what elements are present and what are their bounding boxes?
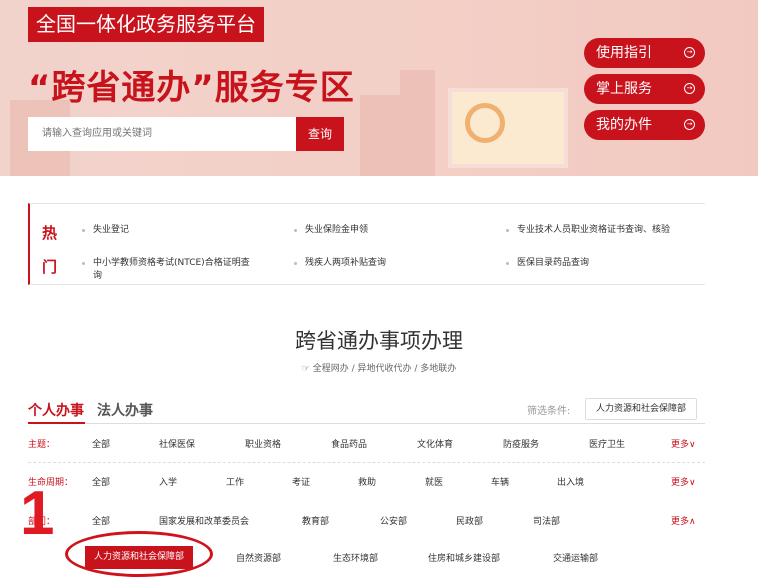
life-option[interactable]: 全部 <box>92 475 110 488</box>
section-subtitle: ☞ 全程网办 / 异地代收代办 / 多地联办 <box>0 361 758 374</box>
tab-personal[interactable]: 个人办事 <box>28 400 84 420</box>
dept-option[interactable]: 司法部 <box>533 514 560 527</box>
my-cases-label: 我的办件 <box>596 117 652 133</box>
theme-option[interactable]: 职业资格 <box>245 437 281 450</box>
platform-title: 全国一体化政务服务平台 <box>28 7 264 42</box>
hot-item[interactable]: 失业登记 <box>81 224 129 237</box>
life-option[interactable]: 入学 <box>159 475 177 488</box>
dept-option[interactable]: 民政部 <box>456 514 483 527</box>
guide-button[interactable]: 使用指引 → <box>584 38 705 68</box>
hot-title: 热 <box>42 224 58 242</box>
dept-more-toggle[interactable]: 更多∧ <box>671 514 696 527</box>
tab-active-indicator <box>28 422 85 424</box>
hand-pointer-icon: ☞ <box>301 364 313 374</box>
dept-option[interactable]: 交通运输部 <box>553 551 598 564</box>
hot-title: 门 <box>42 258 58 276</box>
dept-option[interactable]: 住房和城乡建设部 <box>428 551 500 564</box>
arrow-circle-icon: → <box>684 119 695 130</box>
arrow-circle-icon: → <box>684 83 695 94</box>
section-title: 跨省通办事项办理 <box>295 329 463 353</box>
dept-option[interactable]: 自然资源部 <box>236 551 281 564</box>
row-divider <box>28 462 705 463</box>
search-input[interactable] <box>28 117 296 151</box>
theme-more-toggle[interactable]: 更多∨ <box>671 437 696 450</box>
banner: 全国一体化政务服务平台 “跨省通办”服务专区 查询 使用指引 → 掌上服务 → 我的… <box>0 0 758 176</box>
theme-option[interactable]: 全部 <box>92 437 110 450</box>
life-option[interactable]: 出入境 <box>557 475 584 488</box>
my-cases-button[interactable]: 我的办件 → <box>584 110 705 140</box>
life-option[interactable]: 车辆 <box>491 475 509 488</box>
life-option[interactable]: 就医 <box>425 475 443 488</box>
theme-option[interactable]: 社保医保 <box>159 437 195 450</box>
theme-option[interactable]: 医疗卫生 <box>589 437 625 450</box>
subtitle-text: 全程网办 / 异地代收代办 / 多地联办 <box>312 364 457 374</box>
banner-decoration <box>360 95 400 176</box>
tab-divider <box>28 423 705 424</box>
dept-option[interactable]: 全部 <box>92 514 110 527</box>
hot-item[interactable]: 中小学教师资格考试(NTCE)合格证明查询 <box>82 257 258 283</box>
annotation-circle <box>65 531 213 577</box>
hot-item[interactable]: 医保目录药品查询 <box>505 257 589 270</box>
hot-item[interactable]: 失业保险金申领 <box>293 224 368 237</box>
guide-label: 使用指引 <box>596 45 652 61</box>
page-headline: “跨省通办”服务专区 <box>28 68 355 108</box>
mobile-service-button[interactable]: 掌上服务 → <box>584 74 705 104</box>
life-more-toggle[interactable]: 更多∨ <box>671 475 696 488</box>
life-option[interactable]: 工作 <box>226 475 244 488</box>
life-option[interactable]: 救助 <box>358 475 376 488</box>
hot-item[interactable]: 残疾人两项补贴查询 <box>293 257 386 270</box>
hot-services: 热 门 失业登记 失业保险金申领 专业技术人员职业资格证书查询、核验 中小学教师… <box>28 203 705 285</box>
theme-option[interactable]: 文化体育 <box>417 437 453 450</box>
theme-option[interactable]: 食品药品 <box>331 437 367 450</box>
search-button[interactable]: 查询 <box>296 117 344 151</box>
theme-option[interactable]: 防疫服务 <box>503 437 539 450</box>
hot-item[interactable]: 专业技术人员职业资格证书查询、核验 <box>506 224 682 237</box>
gear-illustration <box>465 103 505 143</box>
mobile-service-label: 掌上服务 <box>596 81 652 97</box>
dept-option[interactable]: 生态环境部 <box>333 551 378 564</box>
dept-option[interactable]: 国家发展和改革委员会 <box>159 514 249 527</box>
filter-label: 筛选条件: <box>527 406 571 417</box>
life-option[interactable]: 考证 <box>292 475 310 488</box>
arrow-circle-icon: → <box>684 47 695 58</box>
banner-decoration <box>400 70 435 176</box>
annotation-number: 1 <box>20 479 55 548</box>
tab-corporate[interactable]: 法人办事 <box>97 400 153 420</box>
filter-chip[interactable]: 人力资源和社会保障部 <box>585 398 697 420</box>
dept-option[interactable]: 公安部 <box>380 514 407 527</box>
dept-option[interactable]: 教育部 <box>302 514 329 527</box>
theme-label: 主题： <box>28 440 56 450</box>
